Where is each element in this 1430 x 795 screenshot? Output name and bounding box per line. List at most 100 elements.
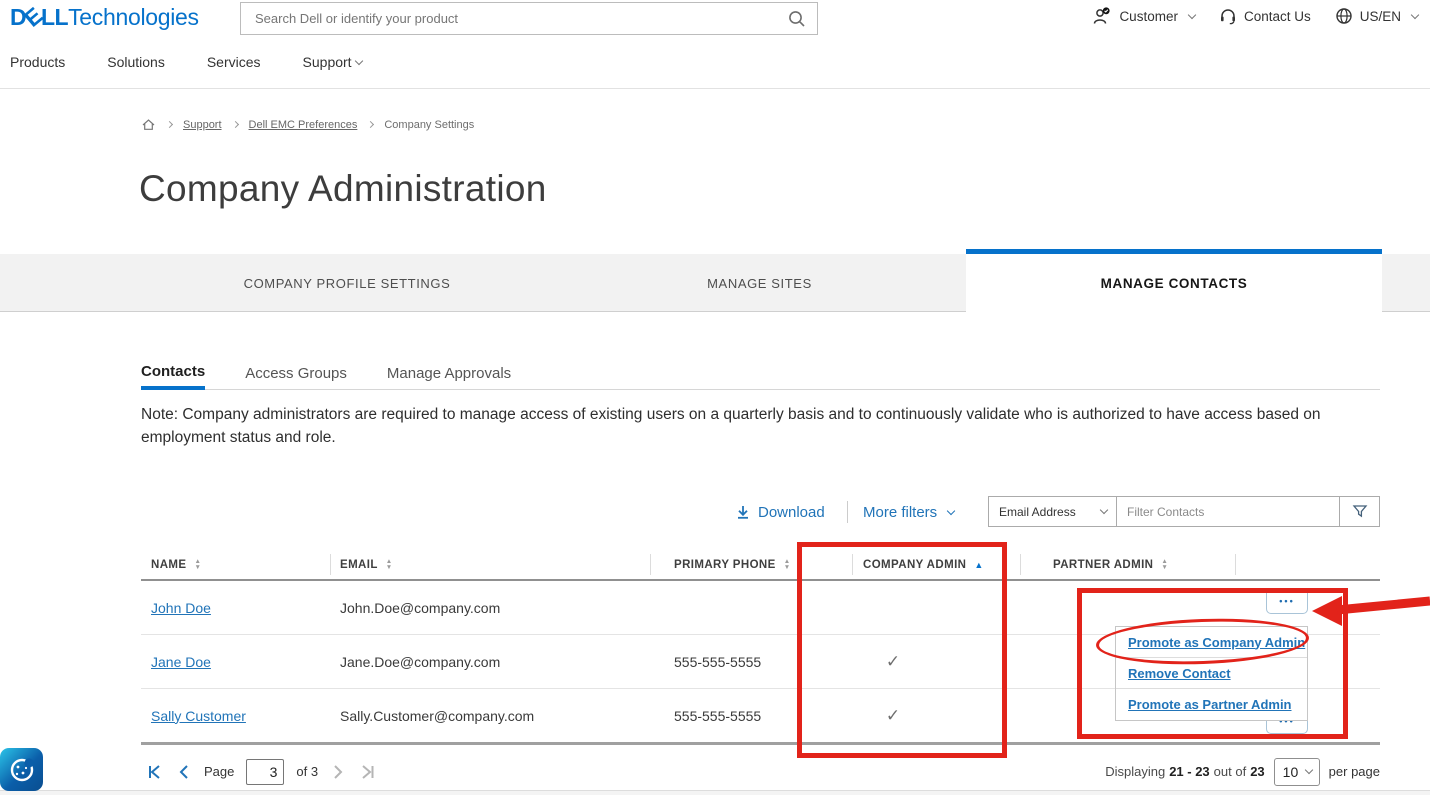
nav-solutions[interactable]: Solutions — [107, 54, 165, 70]
chevron-down-icon — [1100, 506, 1108, 514]
apply-filter-button[interactable] — [1339, 497, 1379, 526]
contact-filter-group: Email Address — [988, 496, 1380, 527]
subtab-access-groups[interactable]: Access Groups — [245, 357, 347, 390]
pagination-summary: Displaying 21 - 23 out of 23 10 per page — [1105, 755, 1380, 788]
sort-icon[interactable]: ▲▼ — [1161, 559, 1168, 570]
nav-services[interactable]: Services — [207, 54, 261, 70]
sort-icon[interactable]: ▲▼ — [386, 559, 393, 570]
locale-label: US/EN — [1360, 9, 1401, 24]
sort-icon[interactable]: ▲▼ — [194, 559, 201, 570]
chevron-down-icon — [947, 506, 955, 514]
column-label: EMAIL — [340, 559, 378, 571]
contact-name-link[interactable]: John Doe — [151, 600, 211, 616]
column-label: PRIMARY PHONE — [674, 559, 776, 571]
more-filters-button[interactable]: More filters — [863, 496, 954, 528]
headset-icon — [1219, 7, 1237, 25]
breadcrumb-chevron-icon — [231, 121, 238, 128]
nav-support[interactable]: Support — [303, 54, 362, 70]
last-page-button[interactable] — [358, 763, 376, 781]
last-page-icon — [358, 763, 376, 781]
column-header-company-admin[interactable]: COMPANY ADMIN ▲ — [863, 548, 984, 581]
previous-page-button[interactable] — [176, 763, 192, 781]
breadcrumb-chevron-icon — [166, 121, 173, 128]
subtab-manage-approvals[interactable]: Manage Approvals — [387, 357, 511, 390]
home-icon[interactable] — [141, 117, 156, 132]
phone-cell: 555-555-5555 — [674, 689, 761, 742]
displaying-total: 23 — [1250, 764, 1264, 779]
download-icon — [735, 504, 751, 520]
main-nav: Products Solutions Services Support — [10, 54, 362, 70]
subtab-label: Access Groups — [245, 365, 347, 382]
name-cell: John Doe — [151, 581, 211, 634]
column-header-primary-phone[interactable]: PRIMARY PHONE ▲▼ — [674, 548, 791, 581]
account-menu[interactable]: Customer — [1093, 7, 1195, 25]
column-header-email[interactable]: EMAIL ▲▼ — [340, 548, 393, 581]
tab-manage-sites[interactable]: MANAGE SITES — [553, 254, 966, 312]
menu-item-remove-contact[interactable]: Remove Contact — [1116, 658, 1307, 689]
company-admin-cell — [833, 581, 953, 634]
first-page-icon — [146, 763, 164, 781]
toolbar-divider — [847, 501, 848, 523]
filter-contacts-input[interactable] — [1117, 497, 1339, 526]
search-input[interactable] — [255, 11, 787, 26]
logo-technologies: Technologies — [68, 4, 199, 30]
column-label: COMPANY ADMIN — [863, 559, 966, 571]
filter-field-select[interactable]: Email Address — [989, 497, 1117, 526]
email-cell: Sally.Customer@company.com — [340, 689, 534, 742]
sort-ascending-icon[interactable]: ▲ — [974, 560, 983, 570]
dell-technologies-logo[interactable]: DELLTechnologies — [10, 4, 199, 31]
tab-label: COMPANY PROFILE SETTINGS — [244, 276, 451, 291]
contact-us-label: Contact Us — [1244, 9, 1311, 24]
locale-selector[interactable]: US/EN — [1335, 7, 1418, 25]
breadcrumb-dell-emc-preferences[interactable]: Dell EMC Preferences — [249, 119, 358, 131]
subtab-contacts[interactable]: Contacts — [141, 357, 205, 390]
chevron-down-icon — [1304, 766, 1312, 774]
column-header-name[interactable]: NAME ▲▼ — [151, 548, 201, 581]
download-button[interactable]: Download — [735, 496, 825, 528]
table-bottom-border — [141, 742, 1380, 745]
cookie-consent-button[interactable] — [0, 748, 43, 791]
next-page-button[interactable] — [330, 763, 346, 781]
company-admin-checkmark: ✓ — [833, 689, 953, 742]
sort-icon[interactable]: ▲▼ — [784, 559, 791, 570]
pagination-bar: Page of 3 Displaying 21 - 23 out of 23 — [0, 755, 1430, 790]
contact-us-link[interactable]: Contact Us — [1219, 7, 1311, 25]
chevron-right-icon — [330, 763, 346, 781]
displaying-text: Displaying 21 - 23 out of 23 — [1105, 764, 1264, 779]
search-icon[interactable] — [787, 9, 807, 29]
product-search — [240, 2, 818, 35]
page-size-value: 10 — [1283, 764, 1299, 780]
tab-label: MANAGE SITES — [707, 276, 812, 291]
nav-label: Support — [303, 54, 352, 70]
menu-item-promote-partner-admin[interactable]: Promote as Partner Admin — [1116, 689, 1307, 720]
breadcrumb-current: Company Settings — [384, 119, 474, 131]
pager-controls: Page of 3 — [146, 755, 376, 788]
page-size-select[interactable]: 10 — [1274, 758, 1320, 786]
email-cell: John.Doe@company.com — [340, 581, 500, 634]
customer-account-icon — [1093, 7, 1112, 25]
displaying-out-of: out of — [1214, 764, 1247, 779]
menu-item-promote-company-admin[interactable]: Promote as Company Admin — [1116, 627, 1307, 658]
page-number-input[interactable] — [246, 759, 284, 785]
page-of-label: of 3 — [296, 764, 318, 779]
subtab-label: Manage Approvals — [387, 365, 511, 382]
name-cell: Jane Doe — [151, 635, 211, 688]
contact-name-link[interactable]: Sally Customer — [151, 708, 246, 724]
phone-cell: 555-555-5555 — [674, 635, 761, 688]
breadcrumb-support[interactable]: Support — [183, 119, 222, 131]
company-admin-checkmark: ✓ — [833, 635, 953, 688]
tab-manage-contacts[interactable]: MANAGE CONTACTS — [966, 249, 1382, 313]
contact-name-link[interactable]: Jane Doe — [151, 654, 211, 670]
account-label: Customer — [1119, 9, 1178, 24]
chevron-down-icon — [354, 56, 362, 64]
nav-products[interactable]: Products — [10, 54, 65, 70]
row-actions-button[interactable]: ••• — [1266, 588, 1308, 614]
per-page-label: per page — [1329, 764, 1380, 779]
email-cell: Jane.Doe@company.com — [340, 635, 500, 688]
first-page-button[interactable] — [146, 763, 164, 781]
admin-note: Note: Company administrators are require… — [141, 403, 1353, 449]
column-header-partner-admin[interactable]: PARTNER ADMIN ▲▼ — [1053, 548, 1168, 581]
tab-company-profile-settings[interactable]: COMPANY PROFILE SETTINGS — [141, 254, 553, 312]
filter-field-value: Email Address — [999, 505, 1076, 519]
more-filters-label: More filters — [863, 504, 937, 521]
